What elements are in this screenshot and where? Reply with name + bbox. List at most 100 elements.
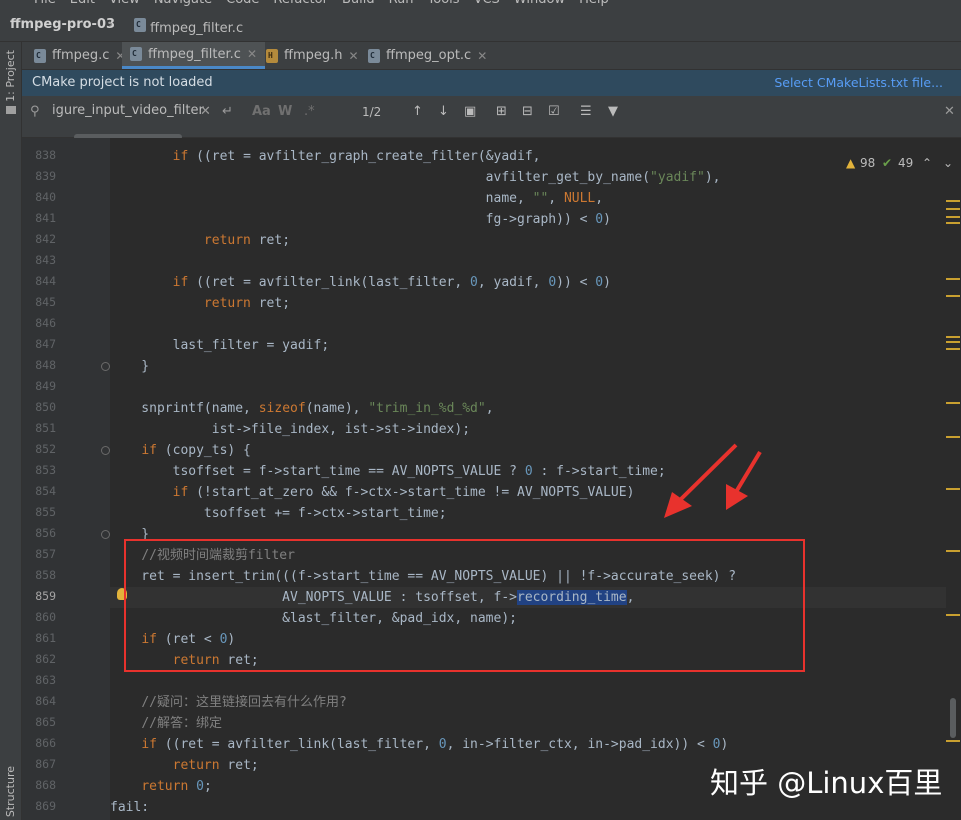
c-file-icon — [34, 48, 46, 63]
code-line: return ret; — [203, 296, 291, 311]
navigation-bar: ffmpeg-pro-03 › ffmpeg_filter.c — [0, 8, 961, 42]
code-line: avfilter_get_by_name("yadif"), — [110, 170, 721, 185]
fold-marker[interactable] — [101, 446, 110, 455]
previous-highlight-icon[interactable]: ⌃ — [922, 156, 932, 170]
code-line: ist->file_index, ist->st->index); — [110, 422, 471, 437]
previous-occurrence-icon[interactable]: ↑ — [412, 104, 423, 119]
close-icon[interactable]: ✕ — [477, 49, 487, 63]
project-tool-button[interactable]: 1: Project — [4, 50, 17, 102]
scroll-mark — [946, 200, 960, 202]
select-all-icon[interactable]: ☑ — [548, 104, 560, 119]
regex-icon[interactable]: .* — [304, 104, 315, 119]
search-icon[interactable]: ⚲ — [30, 104, 40, 119]
scroll-mark — [946, 341, 960, 343]
menu-item[interactable]: Refactor — [273, 0, 328, 7]
fold-marker[interactable] — [101, 362, 110, 371]
code-line: fail: — [110, 800, 150, 815]
code-line: if ((ret = avfilter_link(last_filter, 0,… — [172, 275, 611, 290]
close-icon[interactable]: ✕ — [349, 49, 359, 63]
scroll-thumb[interactable] — [950, 698, 956, 738]
line-number: 842 — [35, 232, 56, 246]
remove-selection-icon[interactable]: ⊟ — [522, 104, 533, 119]
line-number: 858 — [35, 568, 56, 582]
menu-item[interactable]: Navigate — [154, 0, 212, 7]
scroll-mark — [946, 402, 960, 404]
code-line: if ((ret = avfilter_link(last_filter, 0,… — [141, 737, 729, 752]
line-number: 854 — [35, 484, 56, 498]
line-number: 844 — [35, 274, 56, 288]
code-line: //解答：绑定 — [141, 716, 222, 731]
menu-item[interactable]: Window — [514, 0, 565, 7]
line-number: 853 — [35, 463, 56, 477]
editor-scrollbar[interactable] — [946, 150, 961, 820]
menu-item[interactable]: View — [109, 0, 140, 7]
menu-bar: File Edit View Navigate Code Refactor Build Run… — [0, 0, 961, 8]
code-line: if ((ret = avfilter_graph_create_filter(… — [172, 149, 541, 164]
code-line: tsoffset = f->start_time == AV_NOPTS_VAL… — [110, 464, 666, 479]
menu-item[interactable]: Run — [389, 0, 414, 7]
menu-item[interactable]: Edit — [70, 0, 95, 7]
add-selection-icon[interactable]: ⊞ — [496, 104, 507, 119]
breadcrumb-separator: › — [108, 17, 114, 32]
code-line: return 0; — [141, 779, 212, 794]
select-all-occurrences-icon[interactable]: ▣ — [464, 104, 476, 119]
select-cmakelists-link[interactable]: Select CMakeLists.txt file... — [774, 75, 943, 90]
h-file-icon — [266, 48, 278, 63]
menu-item[interactable]: Code — [226, 0, 259, 7]
close-icon[interactable]: ✕ — [247, 47, 257, 61]
editor-tabs: ffmpeg.c ✕ ffmpeg_filter.c ✕ ffmpeg.h ✕ … — [22, 42, 961, 70]
breadcrumb-file[interactable]: ffmpeg_filter.c — [134, 18, 243, 36]
code-line: last_filter = yadif; — [110, 338, 330, 353]
line-number: 850 — [35, 400, 56, 414]
tab-ffmpeg-opt-c[interactable]: ffmpeg_opt.c ✕ — [360, 42, 495, 69]
tab-ffmpeg-h[interactable]: ffmpeg.h ✕ — [258, 42, 367, 69]
clear-icon[interactable]: ✕ — [200, 104, 211, 119]
warning-icon[interactable]: ▲ — [846, 156, 855, 170]
find-bar: ⚲ igure_input_video_filter ✕ ↵ Aa W .* 1… — [22, 96, 961, 140]
match-count: 1/2 — [362, 105, 382, 119]
newline-icon[interactable]: ↵ — [222, 104, 233, 119]
scroll-mark — [946, 740, 960, 742]
close-find-icon[interactable]: ✕ — [944, 104, 955, 119]
scroll-mark — [946, 550, 960, 552]
scroll-mark — [946, 278, 960, 280]
menu-item[interactable]: Tools — [428, 0, 460, 7]
menu-item[interactable]: File — [34, 0, 56, 7]
line-number: 866 — [35, 736, 56, 750]
code-line: //疑问：这里链接回去有什么作用? — [141, 695, 347, 710]
menu-item[interactable]: Help — [579, 0, 609, 7]
warning-count: 98 — [860, 156, 876, 170]
find-input[interactable]: igure_input_video_filter — [52, 103, 204, 118]
c-file-icon — [368, 48, 380, 63]
menu-item[interactable]: VCS — [474, 0, 500, 7]
tab-label: ffmpeg.c — [52, 48, 110, 63]
line-number: 838 — [35, 148, 56, 162]
whole-word-icon[interactable]: W — [278, 104, 292, 119]
next-occurrence-icon[interactable]: ↓ — [438, 104, 449, 119]
scroll-mark — [946, 614, 960, 616]
c-file-icon — [130, 47, 142, 61]
code-line: return ret; — [172, 758, 259, 773]
code-line: tsoffset += f->ctx->start_time; — [110, 506, 447, 521]
annotation-arrows — [664, 443, 762, 518]
tab-ffmpeg-filter-c[interactable]: ffmpeg_filter.c ✕ — [122, 42, 266, 69]
line-number: 848 — [35, 358, 56, 372]
line-number: 865 — [35, 715, 56, 729]
line-number: 857 — [35, 547, 56, 561]
match-case-icon[interactable]: Aa — [252, 104, 271, 119]
tab-ffmpeg-c[interactable]: ffmpeg.c ✕ — [26, 42, 133, 69]
line-number: 861 — [35, 631, 56, 645]
fold-marker[interactable] — [101, 530, 110, 539]
weak-warning-icon[interactable]: ✔ — [882, 156, 892, 170]
structure-tool-button[interactable]: Structure — [4, 766, 17, 817]
code-line: snprintf(name, sizeof(name), "trim_in_%d… — [110, 401, 494, 416]
line-number: 849 — [35, 379, 56, 393]
filter-icon[interactable]: ▼ — [608, 104, 618, 119]
breadcrumb-project[interactable]: ffmpeg-pro-03 — [10, 17, 115, 32]
tab-label: ffmpeg_opt.c — [386, 48, 472, 63]
line-number: 846 — [35, 316, 56, 330]
menu-item[interactable]: Build — [342, 0, 375, 7]
filter-settings-icon[interactable]: ☰ — [580, 104, 592, 119]
scroll-mark — [946, 208, 960, 210]
line-number: 868 — [35, 778, 56, 792]
